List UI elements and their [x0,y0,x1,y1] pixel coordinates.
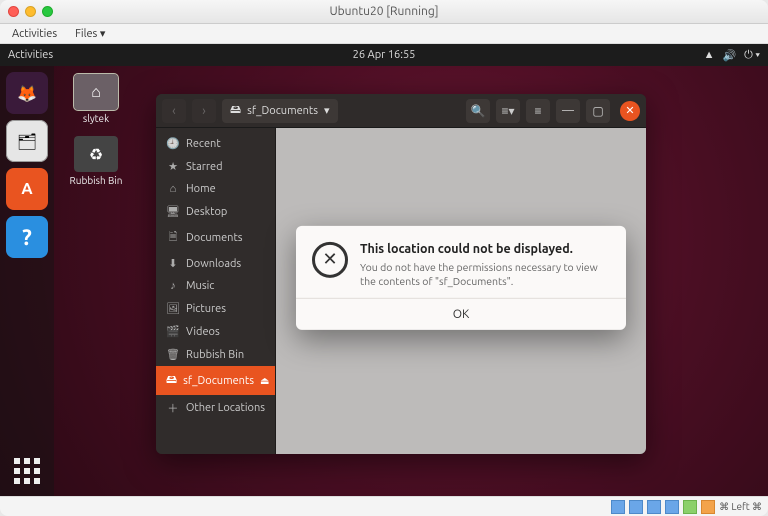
vm-indicator-icon[interactable] [647,500,661,514]
sidebar-item-home[interactable]: ⌂ Home [156,178,275,200]
sidebar-item-label: sf_Documents [183,375,254,387]
breadcrumb-label: sf_Documents [247,105,318,117]
vm-viewport: Activities 26 Apr 16:55 ▲ 🔊 ⏻ ▾ 🦊 🗂 A ? … [0,44,768,496]
desktop-icon-label: slytek [66,113,126,124]
desktop-icon-label: Rubbish Bin [66,175,126,186]
files-icon: 🗂 [17,132,37,151]
sidebar-item-videos[interactable]: 🎬 Videos [156,320,275,343]
sidebar-icon: ♪ [166,280,180,292]
dialog-title: This location could not be displayed. [360,242,610,256]
sidebar-item-label: Videos [186,326,220,338]
files-window: ‹ › 🖴 sf_Documents ▾ 🔍 ≡▾ ≡ — ▢ ✕ 🕘 Recen… [156,94,646,454]
dialog-message: You do not have the permissions necessar… [360,260,610,288]
sidebar-item-label: Desktop [186,206,227,218]
close-icon[interactable] [8,6,19,17]
sidebar-item-other-locations[interactable]: ＋ Other Locations [156,395,275,421]
files-content-pane[interactable]: ✕ This location could not be displayed. … [276,128,646,454]
sidebar-item-label: Pictures [186,303,226,315]
host-window-title: Ubuntu20 [Running] [0,5,768,18]
sidebar-item-pictures[interactable]: 🖼 Pictures [156,297,275,320]
search-button[interactable]: 🔍 [466,99,490,123]
sidebar-item-rubbish-bin[interactable]: 🗑 Rubbish Bin [156,343,275,366]
view-toggle-button[interactable]: ≡▾ [496,99,520,123]
desktop-icon-trash[interactable]: ♻ Rubbish Bin [66,136,126,186]
dialog-ok-button[interactable]: OK [296,298,626,330]
sidebar-item-label: Home [186,183,216,195]
sidebar-item-label: Documents [186,232,243,244]
dock-files[interactable]: 🗂 [6,120,48,162]
trash-icon: ♻ [74,136,118,172]
sidebar-icon: ＋ [166,400,180,416]
sidebar-item-recent[interactable]: 🕘 Recent [156,132,275,155]
sidebar-item-desktop[interactable]: 🖥 Desktop [156,200,275,223]
dock-firefox[interactable]: 🦊 [6,72,48,114]
sidebar-item-label: Rubbish Bin [186,349,244,361]
sidebar-item-label: Recent [186,138,221,150]
sidebar-icon: 🗑 [166,348,180,361]
desktop-icon-home[interactable]: ⌂ slytek [66,74,126,124]
home-folder-icon: ⌂ [74,74,118,110]
host-menu-activities[interactable]: Activities [6,26,63,42]
gnome-clock[interactable]: 26 Apr 16:55 [0,49,768,61]
network-icon[interactable]: ▲ [704,49,715,61]
window-maximize-button[interactable]: ▢ [586,99,610,123]
sidebar-icon: ★ [166,160,180,173]
files-sidebar: 🕘 Recent ★ Starred ⌂ Home 🖥 Desktop 🗎 Documents ⬇ D… [156,128,276,454]
software-icon: A [21,180,32,198]
host-status-bar: ⌘ Left ⌘ [0,496,768,516]
sidebar-icon: 🖴 [166,371,177,390]
drive-icon: 🖴 [230,101,241,120]
sidebar-icon: 🗎 [166,228,180,247]
help-icon: ? [22,225,32,250]
sidebar-item-label: Other Locations [186,402,265,414]
vm-indicator-icon[interactable] [701,500,715,514]
error-dialog: ✕ This location could not be displayed. … [296,226,626,330]
sidebar-item-documents[interactable]: 🗎 Documents [156,223,275,252]
sidebar-icon: ⌂ [166,183,180,195]
error-icon: ✕ [312,242,348,278]
dock-help[interactable]: ? [6,216,48,258]
dock-software[interactable]: A [6,168,48,210]
sidebar-icon: 🕘 [166,137,180,150]
gnome-desktop[interactable]: 🦊 🗂 A ? ⌂ slytek ♻ Rubbish Bin ‹ › [0,66,768,496]
sidebar-item-starred[interactable]: ★ Starred [156,155,275,178]
sidebar-icon: 🖼 [166,302,180,315]
hamburger-menu-button[interactable]: ≡ [526,99,550,123]
window-close-button[interactable]: ✕ [620,101,640,121]
chevron-down-icon: ▾ [324,104,330,117]
nav-back-button[interactable]: ‹ [162,99,186,123]
sidebar-icon: 🎬 [166,325,180,338]
minimize-icon[interactable] [25,6,36,17]
sidebar-icon: 🖥 [166,205,180,218]
host-titlebar: Ubuntu20 [Running] [0,0,768,24]
volume-icon[interactable]: 🔊 [722,49,736,62]
files-headerbar: ‹ › 🖴 sf_Documents ▾ 🔍 ≡▾ ≡ — ▢ ✕ [156,94,646,128]
nav-forward-button[interactable]: › [192,99,216,123]
host-capture-hint: ⌘ Left ⌘ [719,501,762,513]
sidebar-icon: ⬇ [166,257,180,270]
vm-indicator-icon[interactable] [683,500,697,514]
sidebar-item-label: Downloads [186,258,241,270]
host-menubar: Activities Files ▾ [0,24,768,44]
sidebar-item-label: Starred [186,161,223,173]
sidebar-item-label: Music [186,280,214,292]
eject-icon[interactable]: ⏏ [260,375,269,387]
vm-indicator-icon[interactable] [611,500,625,514]
window-minimize-button[interactable]: — [556,99,580,123]
gnome-top-bar: Activities 26 Apr 16:55 ▲ 🔊 ⏻ ▾ [0,44,768,66]
zoom-icon[interactable] [42,6,53,17]
host-menu-files[interactable]: Files ▾ [69,25,111,42]
sidebar-item-downloads[interactable]: ⬇ Downloads [156,252,275,275]
sidebar-item-music[interactable]: ♪ Music [156,275,275,297]
vm-indicator-icon[interactable] [665,500,679,514]
firefox-icon: 🦊 [17,84,37,103]
desktop-icons: ⌂ slytek ♻ Rubbish Bin [66,74,126,186]
vm-indicator-icon[interactable] [629,500,643,514]
show-applications-button[interactable] [10,454,44,488]
breadcrumb[interactable]: 🖴 sf_Documents ▾ [222,99,338,123]
gnome-activities[interactable]: Activities [8,49,53,61]
power-menu[interactable]: ⏻ ▾ [744,49,760,62]
dock: 🦊 🗂 A ? [0,66,54,496]
sidebar-item-sf_documents[interactable]: 🖴 sf_Documents ⏏ [156,366,275,395]
